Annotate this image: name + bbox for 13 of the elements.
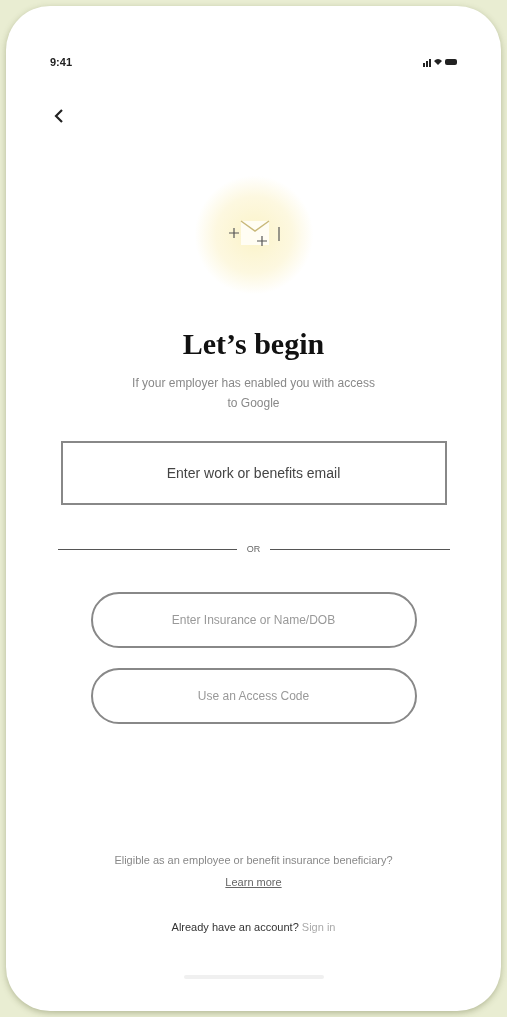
option-button[interactable]: Enter Insurance or Name/DOB xyxy=(90,592,417,648)
status-time: 9:41 xyxy=(50,55,73,70)
subtitle-text: If your employer has enabled you with access to Google xyxy=(131,374,376,412)
sign-in-link[interactable]: Sign in xyxy=(301,920,336,933)
learn-more-link[interactable]: Learn more xyxy=(225,875,282,888)
back-chevron-icon[interactable] xyxy=(54,108,64,123)
sign-in-text: Already have an account? Sign in xyxy=(171,919,336,935)
status-icons xyxy=(423,57,457,68)
email-input-field[interactable]: Enter work or benefits email xyxy=(60,440,447,505)
footer-text: Eligible as an employee or benefit insurance beneficiary? Learn more xyxy=(113,852,394,890)
option-button[interactable]: Use an Access Code xyxy=(90,668,417,724)
or-divider-label: OR xyxy=(246,542,261,556)
page-title: Let’s begin xyxy=(182,328,325,359)
